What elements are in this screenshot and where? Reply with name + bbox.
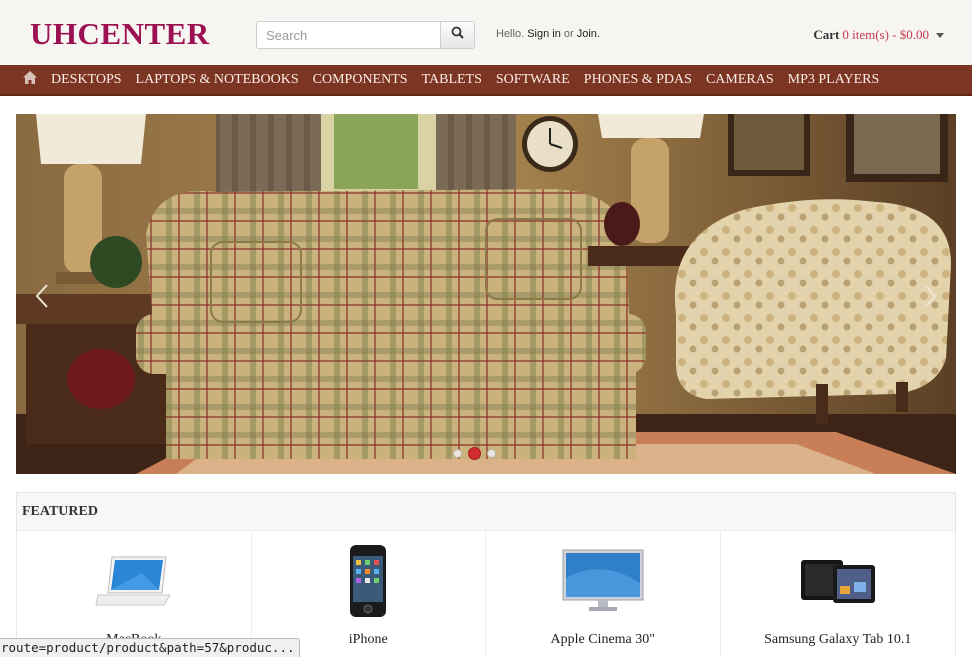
welcome-prefix: Hello. [496, 28, 525, 40]
nav-item-phones[interactable]: PHONES & PDAS [577, 65, 699, 94]
cart-label: Cart [813, 27, 840, 42]
nav-item-laptops[interactable]: LAPTOPS & NOTEBOOKS [129, 65, 306, 94]
nav-item-mp3-players[interactable]: MP3 PLAYERS [781, 65, 887, 94]
slide-image [16, 114, 956, 474]
product-name[interactable]: Apple Cinema 30" [486, 632, 720, 648]
search-button[interactable] [440, 21, 475, 49]
product-image-iphone[interactable] [318, 541, 418, 621]
welcome-or: or [563, 28, 574, 40]
slide-dot-3[interactable] [487, 449, 496, 458]
nav-item-tablets[interactable]: TABLETS [415, 65, 489, 94]
product-card: Samsung Galaxy Tab 10.1 [721, 531, 956, 657]
join-link[interactable]: Join. [577, 28, 600, 40]
main-nav: DESKTOPS LAPTOPS & NOTEBOOKS COMPONENTS … [0, 65, 972, 96]
slide-pagination [453, 447, 496, 460]
product-image-macbook[interactable] [84, 541, 184, 621]
browser-status-bar: route=product/product&path=57&produc... [0, 638, 300, 657]
chevron-down-icon [936, 32, 944, 38]
nav-home[interactable] [11, 65, 49, 94]
product-image-tablet[interactable] [788, 541, 888, 621]
slide-prev-button[interactable] [32, 283, 52, 314]
featured-title: FEATURED [17, 493, 955, 531]
product-name[interactable]: Samsung Galaxy Tab 10.1 [721, 632, 956, 648]
site-logo[interactable]: UHCENTER [30, 16, 210, 52]
site-header: UHCENTER Hello. Sign in or Join. Cart 0 … [0, 0, 972, 65]
product-image-monitor[interactable] [553, 541, 653, 621]
search-input[interactable] [256, 21, 441, 49]
chevron-left-icon [35, 283, 49, 314]
chevron-right-icon [923, 283, 937, 314]
search-icon [451, 26, 464, 44]
nav-item-cameras[interactable]: CAMERAS [699, 65, 781, 94]
slide-dot-2-active[interactable] [468, 447, 481, 460]
product-card: Apple Cinema 30" [486, 531, 721, 657]
sign-in-link[interactable]: Sign in [527, 28, 561, 40]
home-icon [23, 70, 37, 89]
slideshow[interactable] [16, 114, 956, 474]
search-bar [256, 21, 475, 49]
welcome-message: Hello. Sign in or Join. [496, 28, 600, 40]
nav-item-desktops[interactable]: DESKTOPS [49, 65, 129, 94]
cart-total: 0 item(s) - $0.00 [842, 27, 929, 42]
featured-section: FEATURED MacBook [16, 492, 956, 657]
cart-dropdown[interactable]: Cart 0 item(s) - $0.00 [813, 27, 944, 43]
nav-item-software[interactable]: SOFTWARE [489, 65, 577, 94]
slide-dot-1[interactable] [453, 449, 462, 458]
slide-next-button[interactable] [920, 283, 940, 314]
nav-item-components[interactable]: COMPONENTS [306, 65, 415, 94]
